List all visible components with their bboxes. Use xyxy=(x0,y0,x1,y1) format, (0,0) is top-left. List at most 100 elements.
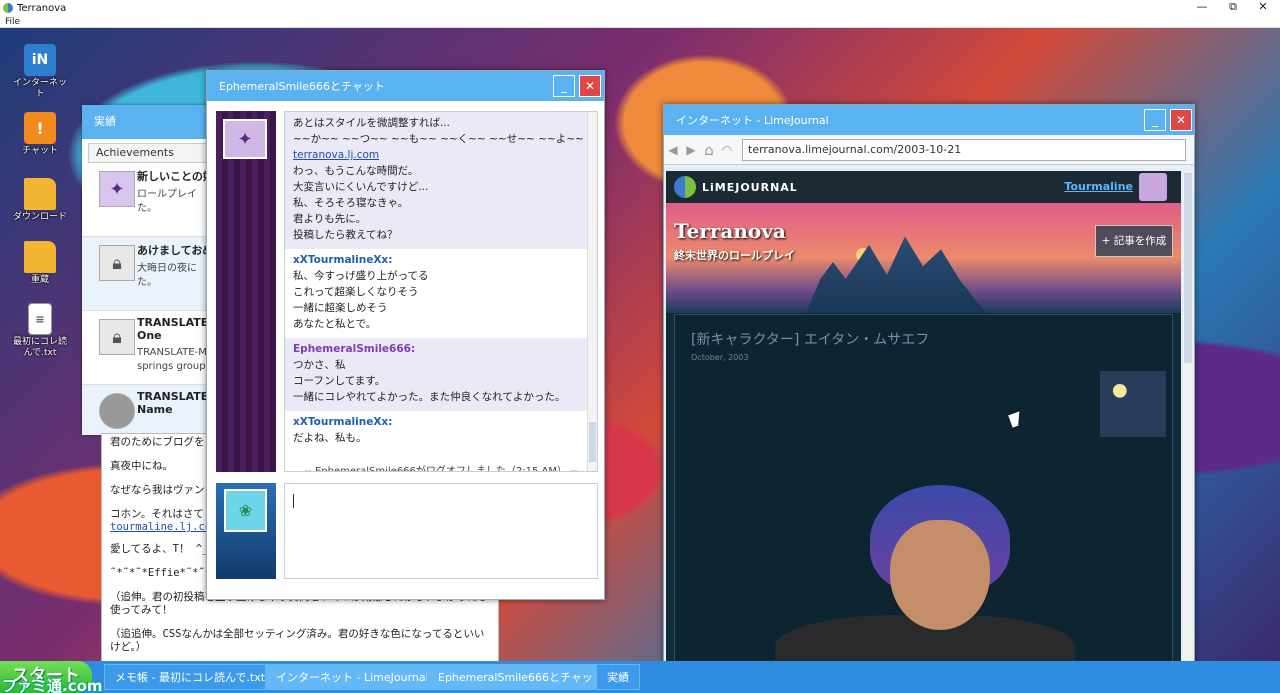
browser-minimize-button[interactable]: _ xyxy=(1144,109,1166,131)
chat-line: コーフンしてます。 xyxy=(293,375,386,387)
browser-scrollbar[interactable] xyxy=(1183,171,1193,661)
blog-subtitle: 終末世界のロールプレイ xyxy=(674,249,795,262)
post-date: October, 2003 xyxy=(691,353,749,362)
chat-line: 私、今すっげ盛り上がってる xyxy=(293,270,429,282)
blog-banner: Terranova 終末世界のロールプレイ + 記事を作成 xyxy=(666,203,1181,313)
blog-post: [新キャラクター] エイタン・ムサエフ October, 2003 xyxy=(674,314,1173,661)
chat-message: EphemeralSmile666: つかさ、私 コーフンしてます。 一緒にコレ… xyxy=(285,338,597,411)
close-button[interactable]: ✕ xyxy=(1249,0,1277,14)
taskbar-item-notepad[interactable]: メモ帳 - 最初にコレ読んで.txt xyxy=(104,664,277,690)
chat-minimize-button[interactable]: _ xyxy=(553,75,575,97)
chat-message: xXTourmalineXx: だよね、私も。 xyxy=(285,411,597,452)
chat-scroll-thumb[interactable] xyxy=(589,422,596,462)
desktop-icon-label: インターネット xyxy=(12,78,67,99)
chat-link[interactable]: terranova.lj.com xyxy=(293,149,379,161)
chat-line: 私、そろそろ寝なきゃ。 xyxy=(293,197,409,209)
taskbar-item-browser[interactable]: インターネット - LimeJournal xyxy=(265,664,440,690)
watermark: ファミ通.com xyxy=(2,677,103,693)
post-title[interactable]: [新キャラクター] エイタン・ムサエフ xyxy=(691,329,1172,349)
desktop-icon-label: 最初にコレ読んで.txt xyxy=(12,337,67,358)
portrait-face xyxy=(890,520,990,630)
taskbar-item-chat[interactable]: EphemeralSmile666とチャット xyxy=(427,664,615,690)
chat-icon: ! xyxy=(24,112,56,144)
app-logo-icon xyxy=(3,3,13,13)
folder-icon xyxy=(24,178,56,210)
web-page: LiMEJOURNAL Tourmaline Terranova 終末世界のロー… xyxy=(666,171,1181,661)
desktop-icon-chat[interactable]: ! チャット xyxy=(10,112,70,157)
my-avatar-panel: ❀ xyxy=(216,483,276,579)
character-thumbnail xyxy=(1100,371,1166,437)
forward-icon[interactable]: ▶ xyxy=(682,143,700,157)
desktop-icon-downloads[interactable]: ダウンロード xyxy=(10,178,70,223)
browser-window: インターネット - LimeJournal _ ✕ ◀ ▶ ⌂ ◠ terran… xyxy=(663,104,1195,661)
limejournal-logo-icon xyxy=(674,176,696,198)
chat-line: わっ、もうこんな時間だ。 xyxy=(293,165,419,177)
rss-icon[interactable]: ◠ xyxy=(718,143,736,157)
address-bar[interactable]: terranova.limejournal.com/2003-10-21 xyxy=(742,138,1186,161)
chat-line: あとはスタイルを微調整すれば... xyxy=(293,117,451,129)
chat-line: terranova.lj.com xyxy=(293,147,589,163)
home-icon[interactable]: ⌂ xyxy=(700,141,718,159)
chat-line: これって超楽しくなりそう xyxy=(293,286,419,298)
chat-input[interactable] xyxy=(284,483,598,579)
desktop-icon-internet[interactable]: iN インターネット xyxy=(10,44,70,100)
browser-titlebar[interactable]: インターネット - LimeJournal xyxy=(664,105,1194,135)
chat-line: つかさ、私 xyxy=(293,359,346,371)
user-link[interactable]: Tourmaline xyxy=(1064,180,1133,193)
chat-author: xXTourmalineXx: xyxy=(293,416,393,428)
locked-cloud-icon xyxy=(99,393,135,429)
sun-icon xyxy=(856,248,870,262)
browser-close-button[interactable]: ✕ xyxy=(1170,109,1192,131)
buddy-avatar: ✦ xyxy=(223,119,267,159)
chat-line: だよね、私も。 xyxy=(293,432,367,444)
desktop-icon-label: チャット xyxy=(22,146,58,156)
chat-line: ~~か~~ ~~つ~~ ~~も~~ ~~く~~ ~~せ~~ ~~よ~~ xyxy=(293,133,584,145)
text-file-icon: ≡ xyxy=(28,303,52,335)
buddy-avatar-panel: ✦ xyxy=(216,111,276,472)
character-portrait xyxy=(775,485,1075,661)
back-icon[interactable]: ◀ xyxy=(664,143,682,157)
my-avatar: ❀ xyxy=(224,489,267,532)
chat-author: xXTourmalineXx: xyxy=(293,254,393,266)
desktop: iN インターネット ! チャット ダウンロード 重蔵 ≡ 最初にコレ読んで.t… xyxy=(0,28,1280,661)
chat-close-button[interactable]: ✕ xyxy=(579,75,601,97)
chat-line: 一緒に超楽しめそう xyxy=(293,302,388,314)
taskbar-item-achievements[interactable]: 実績 xyxy=(596,664,640,690)
chat-line: 君よりも先に。 xyxy=(293,213,367,225)
blog-title: Terranova xyxy=(674,219,786,243)
chat-line: 一緒にコレやれてよかった。また仲良くなれてよかった。 xyxy=(293,391,566,403)
chat-message: xXTourmalineXx: 私、今すっげ盛り上がってる これって超楽しくなり… xyxy=(285,249,597,338)
browser-title: インターネット - LimeJournal xyxy=(676,114,829,127)
restore-button[interactable]: ⧉ xyxy=(1219,0,1247,14)
browser-scroll-thumb[interactable] xyxy=(1184,173,1192,363)
host-titlebar: Terranova — ⧉ ✕ xyxy=(0,0,1280,16)
chat-scrollbar[interactable] xyxy=(587,112,597,471)
desktop-icon-folder[interactable]: 重蔵 xyxy=(10,241,70,286)
chat-line: あなたと私とで。 xyxy=(293,318,377,330)
desktop-icon-label: 重蔵 xyxy=(30,275,49,285)
chat-title: EphemeralSmile666とチャット xyxy=(219,80,385,93)
browser-toolbar: ◀ ▶ ⌂ ◠ terranova.limejournal.com/2003-1… xyxy=(664,135,1194,165)
lock-icon: 🔒︎ xyxy=(99,245,135,281)
taskbar: スタート ファミ通.com メモ帳 - 最初にコレ読んで.txt インターネット… xyxy=(0,661,1280,693)
chat-line: 大変言いにくいんですけど... xyxy=(293,181,429,193)
site-header: LiMEJOURNAL Tourmaline xyxy=(666,171,1181,203)
menubar: File xyxy=(0,16,1280,28)
chat-window: EphemeralSmile666とチャット _ ✕ ✦ あとはスタイルを微調整… xyxy=(206,70,605,600)
note-link[interactable]: tourmaline.lj.com xyxy=(110,521,217,533)
unlocked-avatar-icon: ✦ xyxy=(99,171,135,207)
chat-titlebar[interactable]: EphemeralSmile666とチャット xyxy=(207,71,604,101)
new-post-button[interactable]: + 記事を作成 xyxy=(1095,225,1173,257)
user-avatar[interactable] xyxy=(1139,173,1167,201)
desktop-icon-readme[interactable]: ≡ 最初にコレ読んで.txt xyxy=(10,303,70,359)
internet-icon: iN xyxy=(24,44,56,76)
menu-file[interactable]: File xyxy=(5,16,20,28)
site-logo[interactable]: LiMEJOURNAL xyxy=(702,181,798,194)
text-caret xyxy=(293,494,294,508)
folder-icon xyxy=(24,241,56,273)
app-title: Terranova xyxy=(17,2,67,14)
minimize-button[interactable]: — xyxy=(1188,0,1216,14)
chat-system-message: -- EphemeralSmile666がログオフしました（2:15 AM） -… xyxy=(304,466,578,472)
chat-author: EphemeralSmile666: xyxy=(293,343,416,355)
chat-log[interactable]: あとはスタイルを微調整すれば... ~~か~~ ~~つ~~ ~~も~~ ~~く~… xyxy=(284,111,598,472)
